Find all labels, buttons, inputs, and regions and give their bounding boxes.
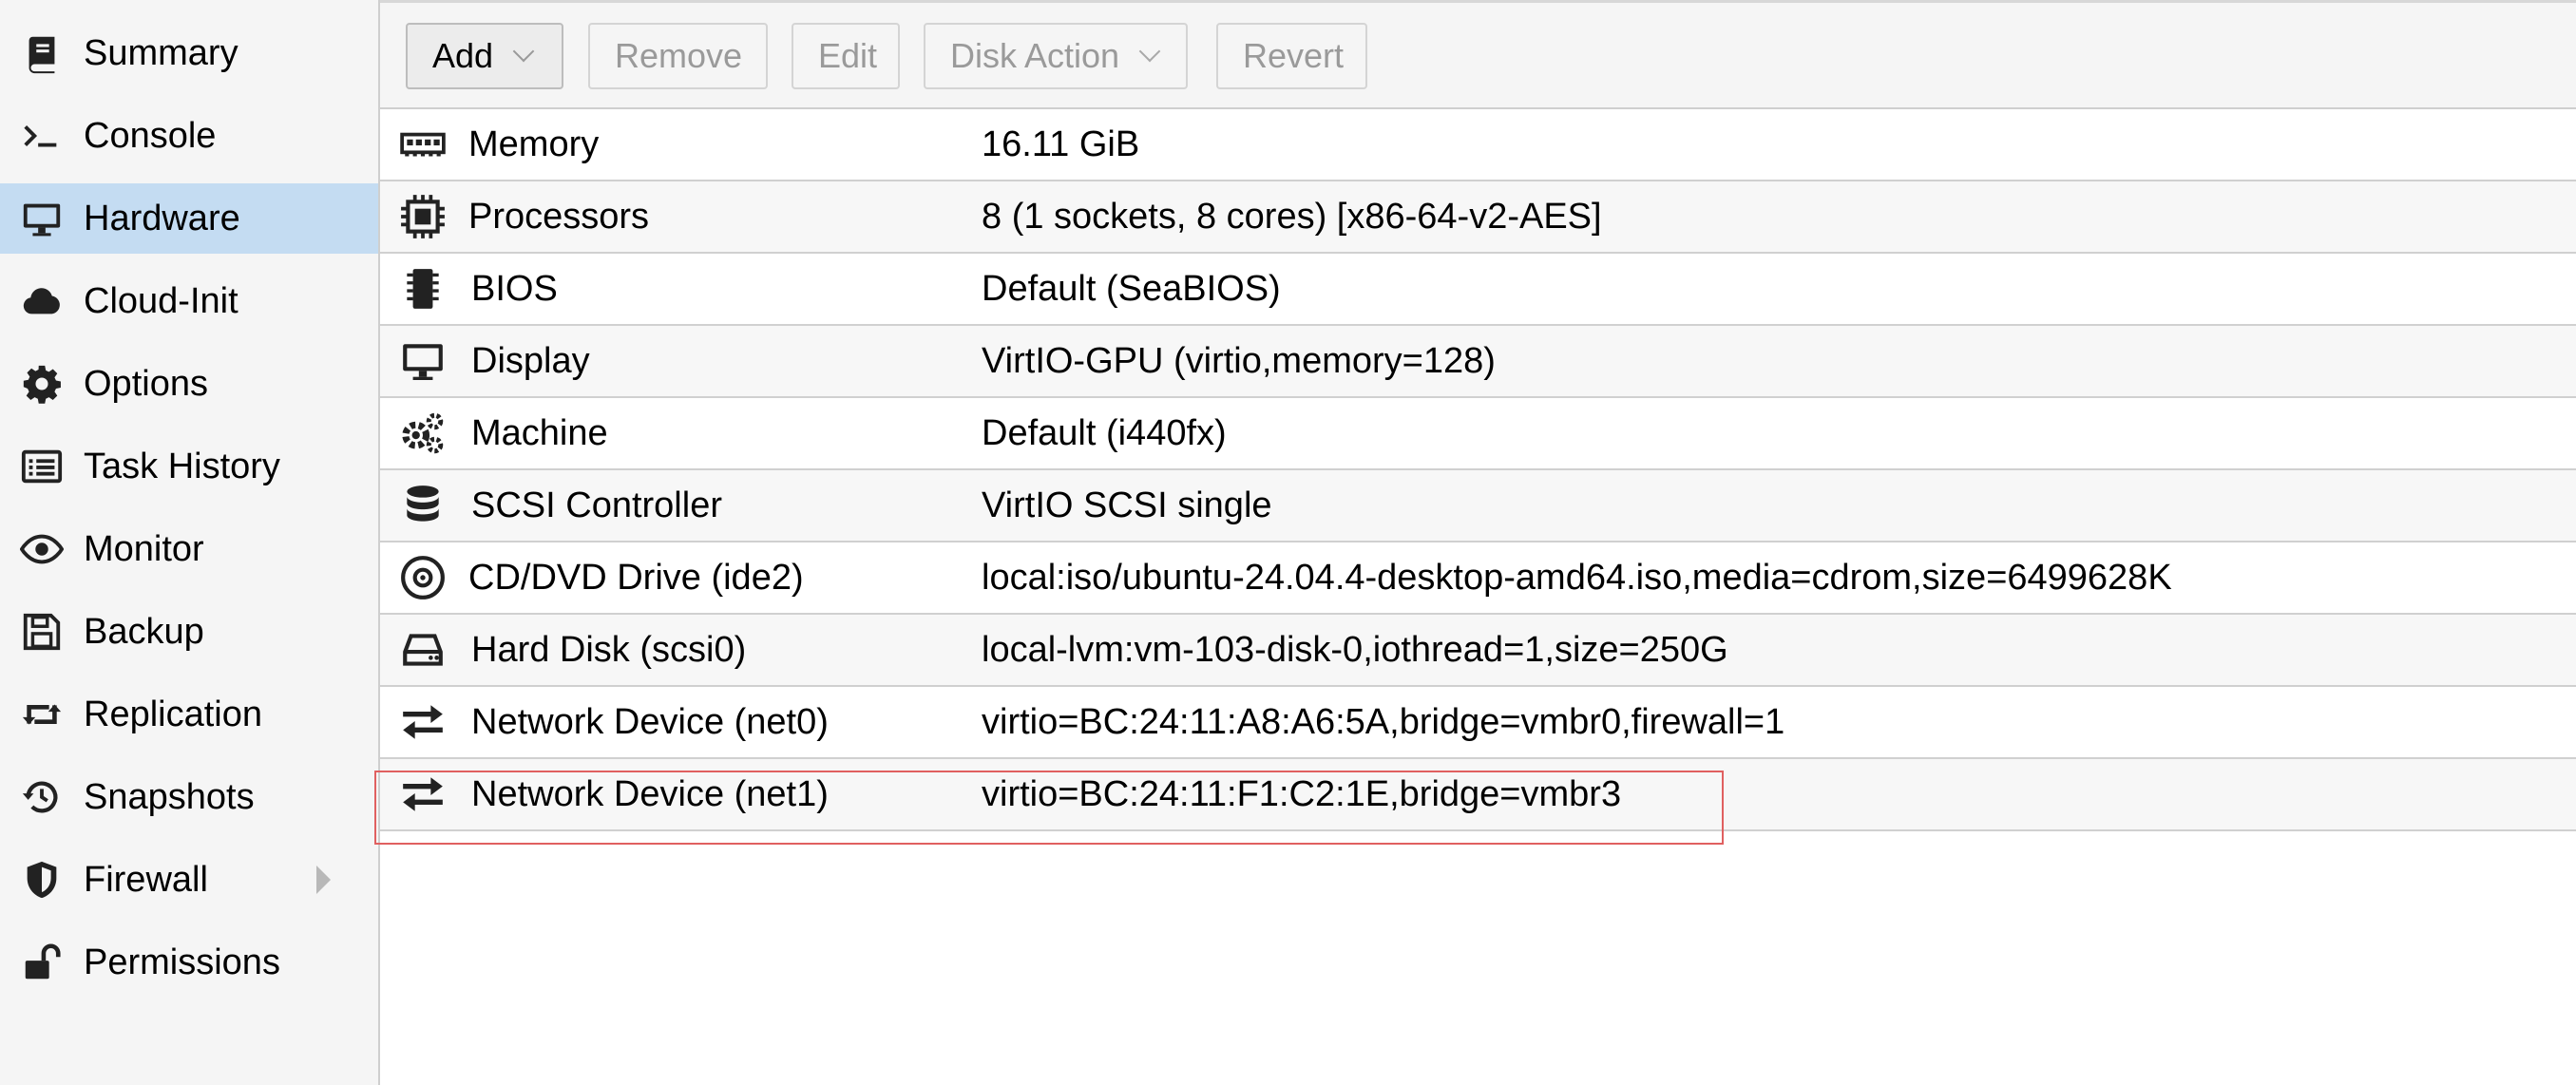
desktop-icon [0, 183, 84, 254]
gear-icon [0, 349, 84, 419]
cogs-icon [380, 398, 466, 468]
sidebar-item-label: Replication [84, 694, 262, 734]
cloud-icon [0, 266, 84, 336]
chevron-down-icon [512, 40, 535, 63]
sidebar-item-label: Task History [84, 446, 280, 486]
table-row[interactable]: Network Device (net0) virtio=BC:24:11:A8… [380, 687, 2576, 759]
revert-button-label: Revert [1243, 36, 1345, 75]
table-row-selected[interactable]: Network Device (net1) virtio=BC:24:11:F1… [380, 759, 2576, 831]
chevron-down-icon [1138, 40, 1161, 63]
table-row[interactable]: Display VirtIO-GPU (virtio,memory=128) [380, 326, 2576, 398]
row-name: Display [471, 341, 590, 381]
proxmox-vm-hardware-view: Summary Console Hardware Cloud-Init Opti [0, 0, 2576, 1085]
exchange-icon [380, 687, 466, 757]
table-row[interactable]: CD/DVD Drive (ide2) local:iso/ubuntu-24.… [380, 542, 2576, 615]
retweet-icon [0, 679, 84, 750]
edit-button[interactable]: Edit [792, 23, 900, 89]
floppy-icon [0, 597, 84, 667]
database-icon [380, 470, 466, 541]
sidebar-item-label: Options [84, 363, 208, 404]
row-value: VirtIO SCSI single [982, 485, 1272, 525]
row-name: BIOS [471, 269, 558, 309]
row-value: Default (i440fx) [982, 413, 1227, 453]
cpu-icon [380, 181, 466, 252]
terminal-icon [0, 101, 84, 171]
row-value: local:iso/ubuntu-24.04.4-desktop-amd64.i… [982, 558, 2172, 598]
remove-button[interactable]: Remove [588, 23, 768, 89]
sidebar-item-snapshots[interactable]: Snapshots [0, 762, 378, 832]
disk-action-button-label: Disk Action [950, 36, 1120, 75]
sidebar-item-label: Console [84, 115, 217, 156]
row-name: Memory [468, 124, 600, 164]
cdrom-icon [380, 542, 466, 613]
add-button-label: Add [432, 36, 494, 75]
sidebar-item-task-history[interactable]: Task History [0, 431, 378, 502]
table-row[interactable]: Processors 8 (1 sockets, 8 cores) [x86-6… [380, 181, 2576, 254]
row-value: local-lvm:vm-103-disk-0,iothread=1,size=… [982, 630, 1728, 670]
sidebar-item-replication[interactable]: Replication [0, 679, 378, 750]
table-row[interactable]: Machine Default (i440fx) [380, 398, 2576, 470]
row-value: Default (SeaBIOS) [982, 269, 1281, 309]
row-name: Machine [471, 413, 608, 453]
sidebar-item-label: Hardware [84, 198, 240, 238]
sidebar-item-firewall[interactable]: Firewall [0, 845, 378, 915]
row-name: SCSI Controller [471, 485, 722, 525]
table-row[interactable]: Memory 16.11 GiB [380, 109, 2576, 181]
sidebar-item-monitor[interactable]: Monitor [0, 514, 378, 584]
table-row[interactable]: SCSI Controller VirtIO SCSI single [380, 470, 2576, 542]
memory-icon [380, 109, 466, 180]
eye-icon [0, 514, 84, 584]
shield-icon [0, 845, 84, 915]
expand-arrow-icon[interactable] [316, 866, 331, 894]
row-name: Hard Disk (scsi0) [471, 630, 747, 670]
sidebar-item-console[interactable]: Console [0, 101, 378, 171]
row-name: Processors [468, 197, 650, 237]
exchange-icon [380, 759, 466, 829]
sidebar-item-cloud-init[interactable]: Cloud-Init [0, 266, 378, 336]
sidebar-item-label: Summary [84, 32, 239, 73]
row-value: virtio=BC:24:11:F1:C2:1E,bridge=vmbr3 [982, 774, 1622, 814]
remove-button-label: Remove [615, 36, 743, 75]
hardware-panel: Add Remove Edit Disk Action Revert Memor… [380, 0, 2576, 1085]
row-name: CD/DVD Drive (ide2) [468, 558, 804, 598]
sidebar-item-label: Snapshots [84, 776, 255, 817]
sidebar-item-options[interactable]: Options [0, 349, 378, 419]
row-value: 16.11 GiB [982, 124, 1140, 164]
table-row[interactable]: BIOS Default (SeaBIOS) [380, 254, 2576, 326]
sidebar-item-summary[interactable]: Summary [0, 18, 378, 88]
row-value: VirtIO-GPU (virtio,memory=128) [982, 341, 1496, 381]
sidebar-item-label: Cloud-Init [84, 280, 239, 321]
book-icon [0, 18, 84, 88]
sidebar-item-backup[interactable]: Backup [0, 597, 378, 667]
sidebar-item-label: Firewall [84, 859, 208, 900]
row-value: virtio=BC:24:11:A8:A6:5A,bridge=vmbr0,fi… [982, 702, 1785, 742]
sidebar-item-hardware[interactable]: Hardware [0, 183, 378, 254]
chip-icon [380, 254, 466, 324]
desktop-icon [380, 326, 466, 396]
sidebar: Summary Console Hardware Cloud-Init Opti [0, 0, 380, 1085]
sidebar-item-label: Permissions [84, 942, 280, 982]
history-icon [0, 762, 84, 832]
unlock-icon [0, 927, 84, 998]
sidebar-item-label: Backup [84, 611, 204, 652]
row-name: Network Device (net1) [471, 774, 829, 814]
toolbar: Add Remove Edit Disk Action Revert [380, 3, 2576, 109]
row-value: 8 (1 sockets, 8 cores) [x86-64-v2-AES] [982, 197, 1602, 237]
sidebar-item-label: Monitor [84, 528, 204, 569]
hdd-icon [380, 615, 466, 685]
sidebar-item-permissions[interactable]: Permissions [0, 927, 378, 998]
edit-button-label: Edit [818, 36, 878, 75]
table-row[interactable]: Hard Disk (scsi0) local-lvm:vm-103-disk-… [380, 615, 2576, 687]
disk-action-button[interactable]: Disk Action [924, 23, 1188, 89]
add-button[interactable]: Add [406, 23, 563, 89]
revert-button[interactable]: Revert [1216, 23, 1367, 89]
row-name: Network Device (net0) [471, 702, 829, 742]
list-icon [0, 431, 84, 502]
